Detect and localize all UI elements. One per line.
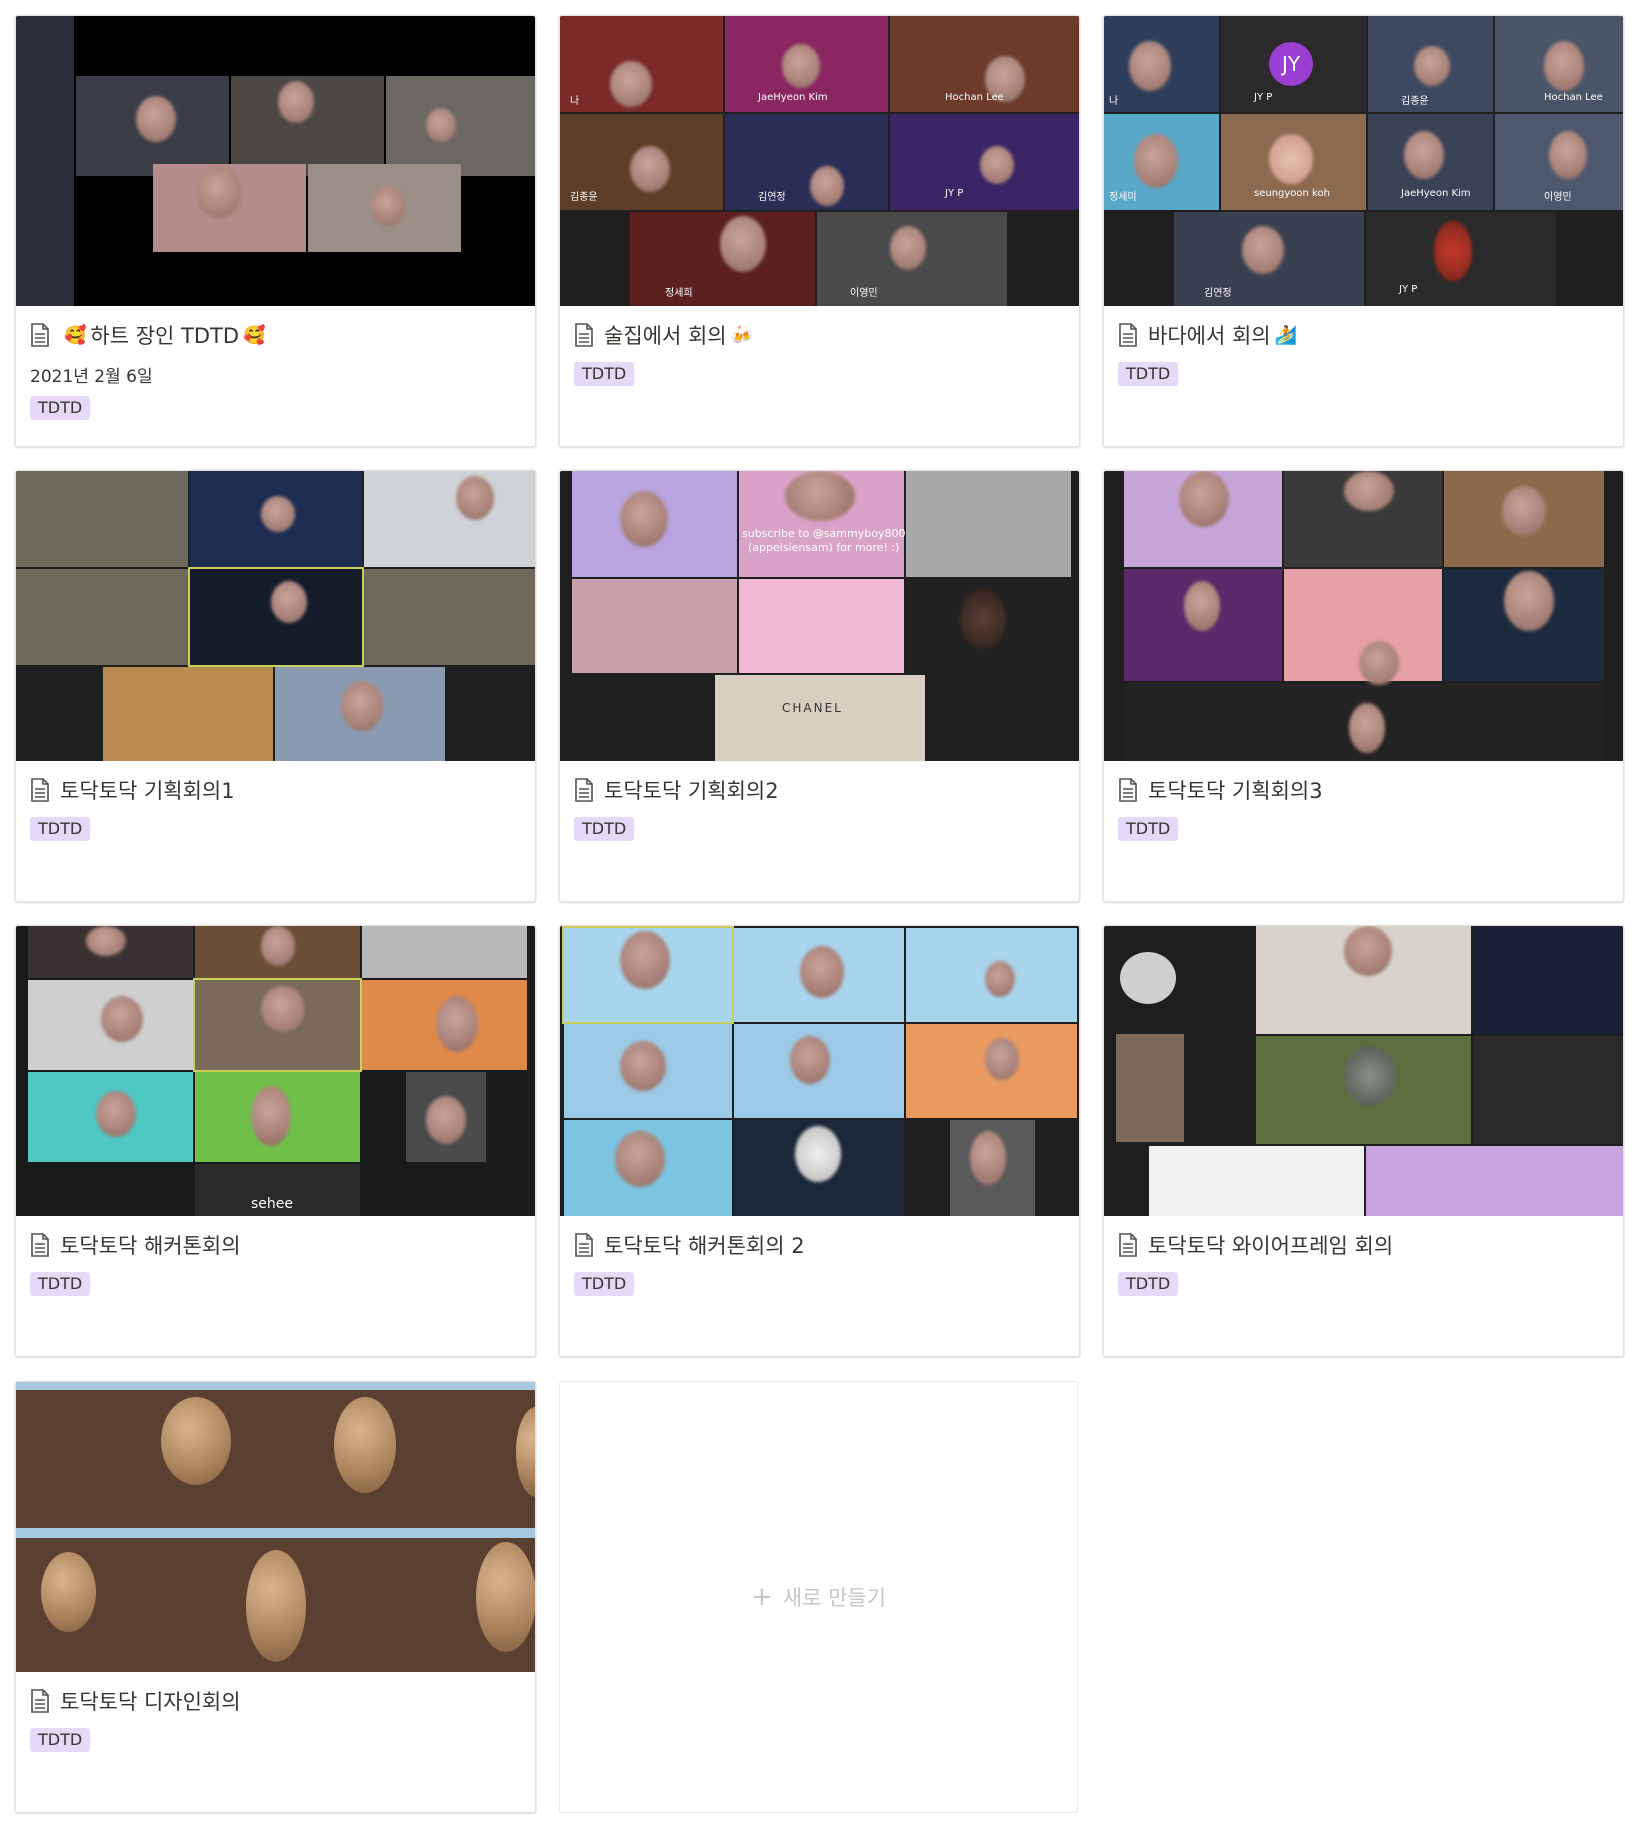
gallery-card-planning-1[interactable]: 토닥토닥 기획회의1 TDTD: [15, 470, 536, 902]
card-title: 토닥토닥 기획회의2: [574, 773, 1065, 807]
tag-badge: TDTD: [574, 817, 635, 841]
gallery-card-design[interactable]: 토닥토닥 디자인회의 TDTD: [15, 1381, 536, 1813]
gallery-card-hackathon-2[interactable]: 토닥토닥 해커톤회의 2 TDTD: [559, 925, 1080, 1357]
card-cover-image: subscribe to @sammyboy800 (appelsiensam)…: [560, 471, 1079, 761]
card-cover-image: [16, 16, 535, 306]
page-icon: [1119, 1233, 1137, 1257]
tag-badge: TDTD: [1118, 817, 1179, 841]
card-cover-image: [1104, 926, 1623, 1216]
page-icon: [575, 1233, 593, 1257]
page-icon: [1119, 778, 1137, 802]
card-title: 토닥토닥 해커톤회의: [30, 1228, 521, 1262]
card-date: 2021년 2월 6일: [30, 367, 153, 387]
smiling-hearts-emoji: 🥰: [64, 324, 87, 346]
page-icon: [31, 1233, 49, 1257]
card-cover-image: sehee: [16, 926, 535, 1216]
card-cover-image: [1104, 471, 1623, 761]
new-page-button[interactable]: + 새로 만들기: [559, 1381, 1078, 1813]
card-cover-image: [16, 1382, 535, 1672]
gallery-card-heart[interactable]: 🥰 하트 장인 TDTD 🥰 2021년 2월 6일 TDTD: [15, 15, 536, 447]
avatar: JY: [1269, 42, 1313, 86]
card-cover-image: [560, 926, 1079, 1216]
clinking-beer-mugs-emoji: 🍻: [730, 324, 754, 346]
tag-badge: TDTD: [30, 1728, 91, 1752]
card-cover-image: [16, 471, 535, 761]
gallery-card-wireframe[interactable]: 토닥토닥 와이어프레임 회의 TDTD: [1103, 925, 1624, 1357]
surfer-emoji: 🏄: [1274, 324, 1298, 346]
tag-badge: TDTD: [1118, 1272, 1179, 1296]
card-title: 🥰 하트 장인 TDTD 🥰: [30, 318, 521, 352]
gallery-card-planning-2[interactable]: subscribe to @sammyboy800 (appelsiensam)…: [559, 470, 1080, 902]
card-title: 술집에서 회의 🍻: [574, 318, 1065, 352]
gallery-card-hackathon-1[interactable]: sehee 토닥토닥 해커톤회의 TDTD: [15, 925, 536, 1357]
gallery-card-beach-meeting[interactable]: JY 나 JY P 김종윤 Hochan Lee 정세미 seungyoon k…: [1103, 15, 1624, 447]
smiling-hearts-emoji: 🥰: [243, 324, 266, 346]
page-icon: [31, 1689, 49, 1713]
gallery-card-planning-3[interactable]: 토닥토닥 기획회의3 TDTD: [1103, 470, 1624, 902]
page-icon: [31, 323, 49, 347]
page-icon: [31, 778, 49, 802]
plus-icon: +: [750, 1582, 773, 1612]
tag-badge: TDTD: [30, 1272, 91, 1296]
card-cover-image: 나 JaeHyeon Kim Hochan Lee 김종윤 김연정 JY P 정…: [560, 16, 1079, 306]
tag-badge: TDTD: [574, 1272, 635, 1296]
tag-badge: TDTD: [1118, 362, 1179, 386]
tag-badge: TDTD: [30, 396, 91, 420]
page-icon: [1119, 323, 1137, 347]
card-title: 토닥토닥 와이어프레임 회의: [1118, 1228, 1609, 1262]
tag-badge: TDTD: [30, 817, 91, 841]
card-title: 토닥토닥 해커톤회의 2: [574, 1228, 1065, 1262]
page-icon: [575, 323, 593, 347]
page-icon: [575, 778, 593, 802]
card-title: 토닥토닥 기획회의1: [30, 773, 521, 807]
new-page-label: 새로 만들기: [782, 1586, 887, 1610]
card-cover-image: JY 나 JY P 김종윤 Hochan Lee 정세미 seungyoon k…: [1104, 16, 1623, 306]
card-title: 토닥토닥 기획회의3: [1118, 773, 1609, 807]
tag-badge: TDTD: [574, 362, 635, 386]
gallery-board: 🥰 하트 장인 TDTD 🥰 2021년 2월 6일 TDTD 나 JaeHye…: [0, 0, 1641, 1827]
card-title: 바다에서 회의 🏄: [1118, 318, 1609, 352]
gallery-card-bar-meeting[interactable]: 나 JaeHyeon Kim Hochan Lee 김종윤 김연정 JY P 정…: [559, 15, 1080, 447]
card-title: 토닥토닥 디자인회의: [30, 1684, 521, 1718]
